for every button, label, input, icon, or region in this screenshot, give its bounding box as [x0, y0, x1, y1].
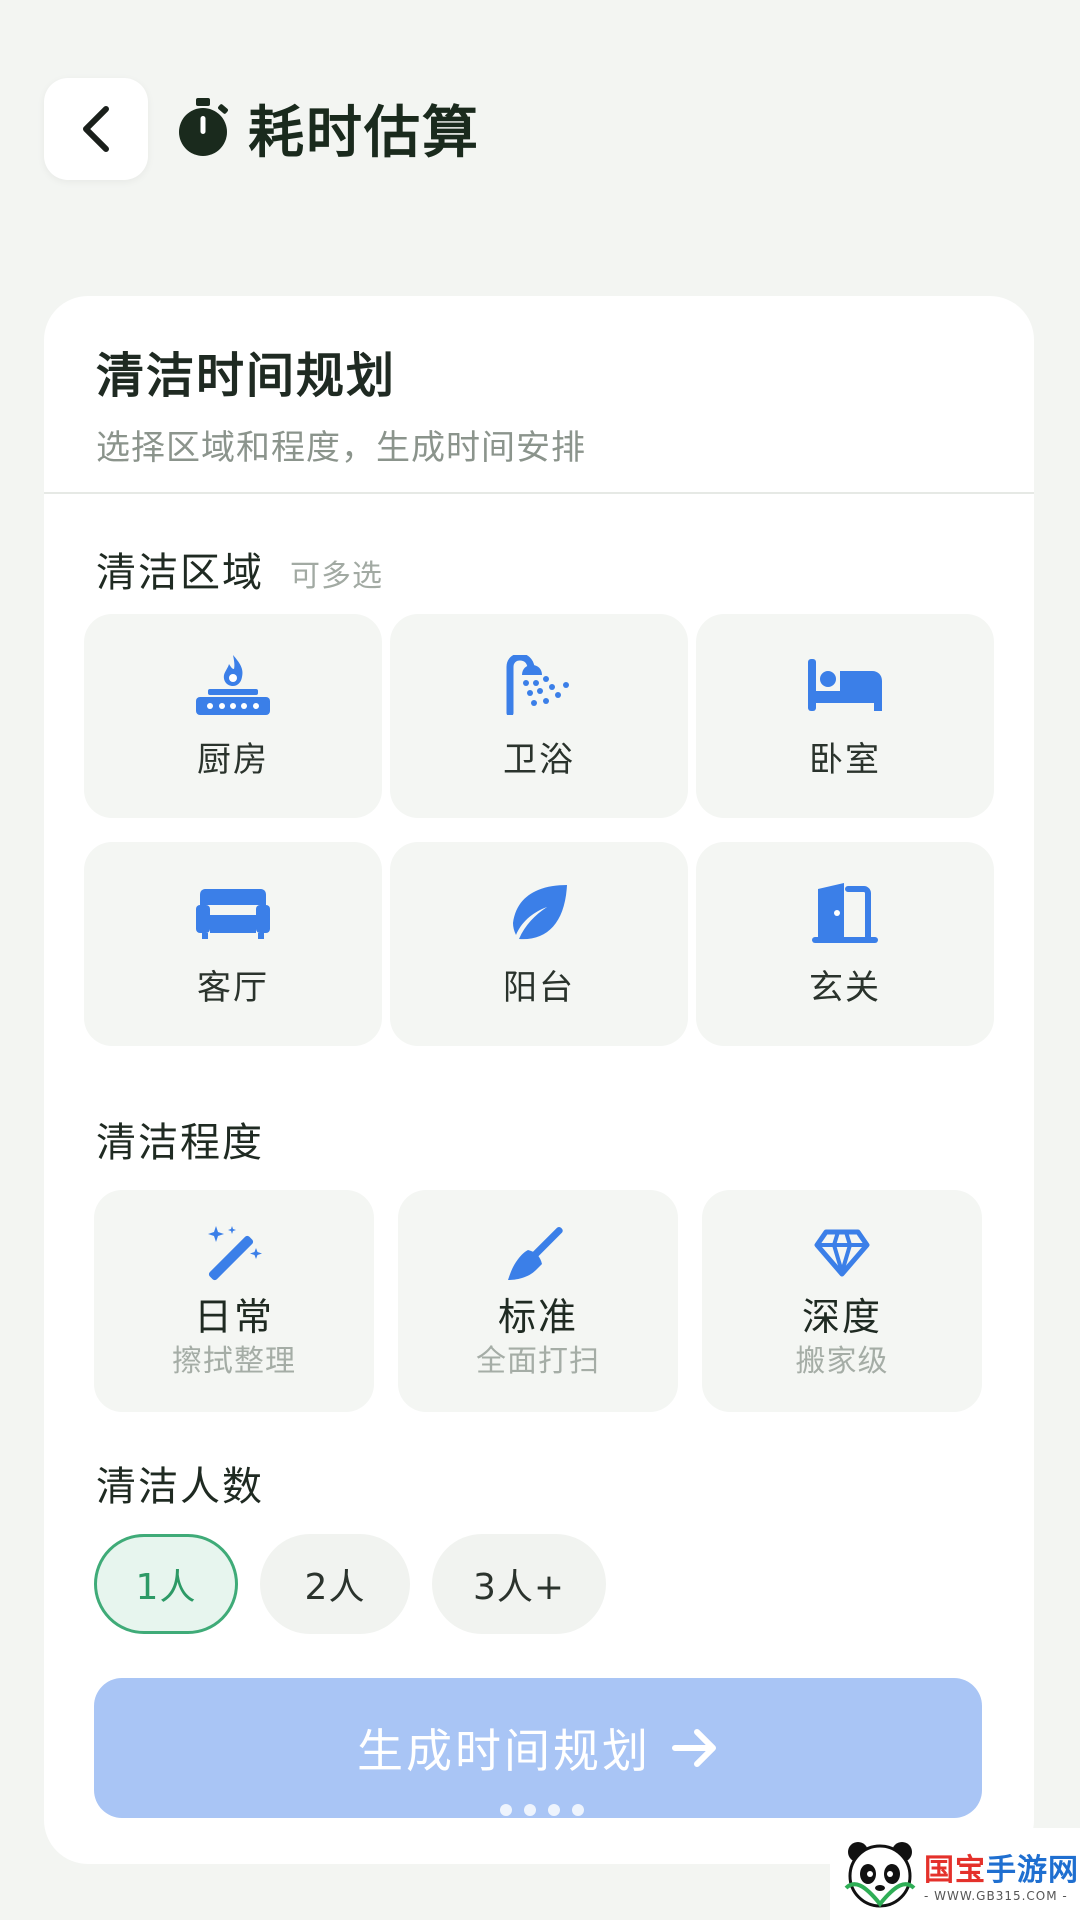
- area-label-kitchen: 厨房: [197, 739, 269, 780]
- people-section-label: 清洁人数: [96, 1454, 264, 1512]
- bed-icon: [805, 652, 885, 718]
- page-header: 耗时估算: [176, 92, 480, 166]
- planning-card: 清洁时间规划 选择区域和程度，生成时间安排 清洁区域 可多选 厨房 卫浴 卧室 …: [44, 296, 1034, 1864]
- area-tile-entrance[interactable]: 玄关: [696, 842, 994, 1046]
- level-option-daily[interactable]: 日常 擦拭整理: [94, 1190, 374, 1412]
- shower-icon: [499, 652, 579, 718]
- diamond-icon: [807, 1220, 877, 1286]
- arrow-right-icon: [672, 1729, 716, 1767]
- area-section-label: 清洁区域 可多选: [96, 540, 383, 598]
- level-desc-deep: 搬家级: [795, 1344, 889, 1379]
- page-dot: [524, 1804, 536, 1816]
- people-option-2[interactable]: 2人: [260, 1534, 410, 1634]
- page-dot: [548, 1804, 560, 1816]
- generate-plan-button[interactable]: 生成时间规划: [94, 1678, 982, 1818]
- page-indicator: [500, 1804, 584, 1816]
- watermark-title-prefix: 国宝: [924, 1853, 986, 1888]
- people-option-3-plus[interactable]: 3人+: [432, 1534, 606, 1634]
- area-hint: 可多选: [290, 559, 383, 594]
- area-label-bedroom: 卧室: [809, 739, 881, 780]
- area-label-entrance: 玄关: [809, 967, 881, 1008]
- area-tile-balcony[interactable]: 阳台: [390, 842, 688, 1046]
- panda-logo-icon: [844, 1842, 916, 1908]
- watermark-text: 国宝手游网 - WWW.GB315.COM -: [924, 1845, 1079, 1903]
- area-tile-living-room[interactable]: 客厅: [84, 842, 382, 1046]
- page-dot: [572, 1804, 584, 1816]
- sofa-icon: [193, 880, 273, 946]
- level-desc-daily: 擦拭整理: [172, 1344, 296, 1379]
- card-header: 清洁时间规划 选择区域和程度，生成时间安排: [44, 296, 1034, 494]
- card-title: 清洁时间规划: [96, 348, 397, 404]
- watermark-url: - WWW.GB315.COM -: [924, 1889, 1068, 1903]
- area-tile-kitchen[interactable]: 厨房: [84, 614, 382, 818]
- watermark-title-suffix: 手游网: [986, 1853, 1079, 1888]
- area-label-bathroom: 卫浴: [503, 739, 575, 780]
- leaf-icon: [499, 880, 579, 946]
- stove-icon: [193, 652, 273, 718]
- area-label: 清洁区域: [96, 550, 264, 596]
- page-dot: [500, 1804, 512, 1816]
- area-tile-bedroom[interactable]: 卧室: [696, 614, 994, 818]
- people-label: 清洁人数: [96, 1464, 264, 1510]
- area-tile-bathroom[interactable]: 卫浴: [390, 614, 688, 818]
- level-section-label: 清洁程度: [96, 1110, 264, 1168]
- door-icon: [805, 880, 885, 946]
- back-button[interactable]: [44, 78, 148, 180]
- people-option-1[interactable]: 1人: [94, 1534, 238, 1634]
- people-options: 1人 2人 3人+: [94, 1534, 606, 1634]
- page-title: 耗时估算: [248, 100, 480, 166]
- card-subtitle: 选择区域和程度，生成时间安排: [96, 428, 586, 468]
- area-label-balcony: 阳台: [503, 967, 575, 1008]
- magic-wand-icon: [199, 1220, 269, 1286]
- level-name-standard: 标准: [497, 1295, 578, 1339]
- level-name-deep: 深度: [801, 1295, 882, 1339]
- area-grid: 厨房 卫浴 卧室 客厅 阳台 玄关: [84, 614, 994, 1046]
- level-desc-standard: 全面打扫: [476, 1344, 600, 1379]
- level-options: 日常 擦拭整理 标准 全面打扫 深度 搬家级: [94, 1190, 984, 1412]
- watermark: 国宝手游网 - WWW.GB315.COM -: [830, 1828, 1080, 1920]
- level-option-standard[interactable]: 标准 全面打扫: [398, 1190, 678, 1412]
- level-option-deep[interactable]: 深度 搬家级: [702, 1190, 982, 1412]
- generate-plan-label: 生成时间规划: [357, 1724, 651, 1778]
- stopwatch-icon: [179, 98, 228, 156]
- watermark-title: 国宝手游网: [924, 1845, 1079, 1889]
- area-label-living-room: 客厅: [197, 967, 269, 1008]
- level-label: 清洁程度: [96, 1120, 264, 1166]
- chevron-left-icon: [83, 106, 109, 152]
- level-name-daily: 日常: [193, 1295, 274, 1339]
- broom-icon: [503, 1220, 573, 1286]
